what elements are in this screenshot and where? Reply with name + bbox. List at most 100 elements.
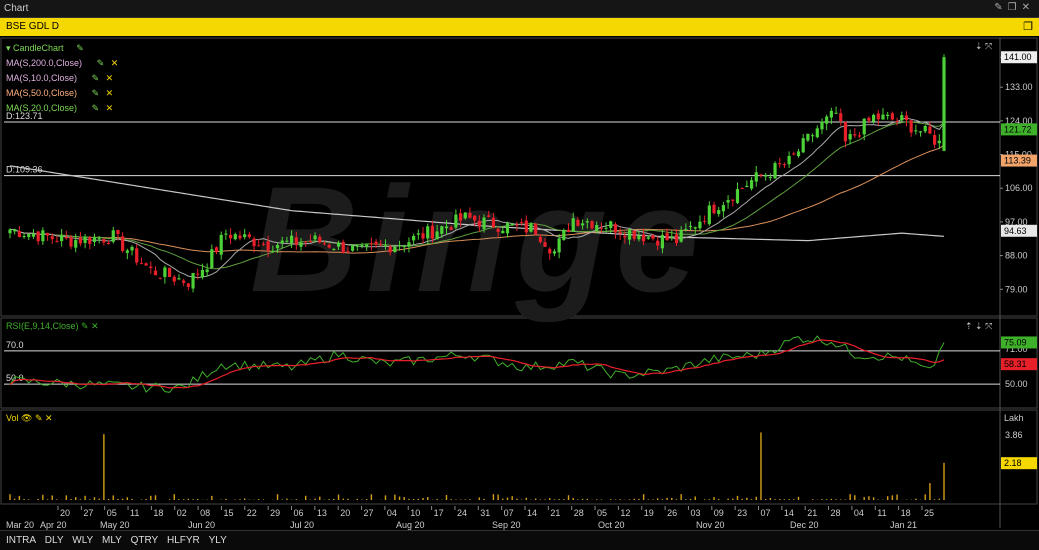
candle (182, 280, 186, 283)
x-day-label: 18 (153, 508, 163, 518)
candle (83, 236, 87, 243)
legend-item: MA(S,10.0,Close) (6, 73, 77, 83)
x-day-label: 15 (223, 508, 233, 518)
candle (88, 237, 92, 244)
candle (806, 133, 810, 141)
chart-area[interactable]: D:123.71D:109.36Binge141.00133.00124.001… (0, 36, 1039, 530)
tf-intra[interactable]: INTRA (6, 535, 36, 546)
candle (642, 234, 646, 242)
candle (552, 251, 557, 254)
close-icon[interactable]: ✕ (1022, 2, 1035, 13)
candle (383, 245, 388, 247)
x-day-label: 27 (83, 508, 93, 518)
rsi-tag: 75.09 (1004, 337, 1027, 347)
candle (477, 220, 481, 227)
candle (876, 113, 880, 120)
x-day-label: 22 (247, 508, 257, 518)
tf-quarterly[interactable]: QTRY (131, 535, 159, 546)
candle (468, 212, 472, 218)
tf-daily[interactable]: DLY (45, 535, 64, 546)
candle (679, 229, 683, 242)
candle (388, 246, 392, 253)
candle (36, 231, 40, 242)
candle (313, 235, 317, 240)
candle (749, 180, 754, 189)
rsi-panel-controls-icon: ⇡ ⇣ ⤧ (965, 321, 992, 331)
candle (144, 263, 148, 266)
candle (534, 223, 538, 235)
candle (374, 241, 378, 245)
popout-icon[interactable]: ❐ (1023, 20, 1033, 33)
candle (22, 236, 26, 238)
candle (186, 283, 190, 287)
candle (651, 235, 655, 239)
candle (17, 231, 21, 238)
x-day-label: 28 (574, 508, 584, 518)
candle (595, 225, 599, 231)
x-month-label: Nov 20 (696, 520, 725, 530)
candle (327, 244, 331, 248)
candle (801, 138, 805, 153)
window-title: Chart (4, 3, 29, 14)
volume-tag: 2.18 (1004, 458, 1022, 468)
candle (97, 238, 101, 240)
legend-item: ▾ CandleChart (6, 43, 64, 53)
candle (496, 228, 500, 232)
window-controls[interactable]: ✎❐✕ (994, 2, 1035, 13)
x-month-label: Dec 20 (790, 520, 819, 530)
pin-icon[interactable]: ✎ (994, 2, 1007, 13)
panel-border (0, 409, 1038, 505)
candle (304, 241, 308, 243)
candle (78, 237, 83, 244)
candle (848, 134, 852, 140)
candle (796, 151, 801, 157)
candle (290, 235, 294, 243)
x-day-label: 08 (200, 508, 210, 518)
candle (792, 153, 796, 155)
candle (355, 245, 359, 247)
candle (632, 230, 636, 239)
candle (871, 114, 876, 122)
x-day-label: 06 (294, 508, 304, 518)
candle (196, 273, 200, 275)
candle (426, 226, 430, 239)
candle (703, 221, 707, 223)
tf-monthly[interactable]: MLY (102, 535, 122, 546)
x-month-label: Sep 20 (492, 520, 521, 530)
candle (163, 267, 167, 277)
candle (102, 239, 106, 243)
x-day-label: 11 (877, 508, 886, 518)
candle (294, 237, 298, 245)
candle (27, 233, 31, 238)
tf-weekly[interactable]: WLY (72, 535, 93, 546)
candle (64, 236, 68, 239)
candle (200, 270, 205, 278)
x-day-label: 18 (901, 508, 911, 518)
x-day-label: 04 (854, 508, 864, 518)
ma200-tag: 94.63 (1004, 226, 1027, 236)
y-tick-label: 133.00 (1005, 82, 1033, 92)
candle (778, 163, 782, 165)
candle (815, 128, 819, 138)
candle (318, 236, 322, 243)
tf-halfyear[interactable]: HLFYR (167, 535, 200, 546)
candle (50, 236, 54, 240)
candle (745, 185, 749, 188)
candle (604, 227, 608, 229)
x-day-label: 24 (457, 508, 467, 518)
candle (881, 114, 885, 120)
candle (538, 236, 542, 242)
tf-yearly[interactable]: YLY (209, 535, 227, 546)
candle (768, 177, 772, 179)
x-day-label: 29 (270, 508, 280, 518)
candle (773, 163, 777, 179)
restore-icon[interactable]: ❐ (1008, 2, 1022, 13)
candle (890, 113, 894, 120)
candle (501, 230, 505, 234)
x-day-label: 05 (107, 508, 117, 518)
x-day-label: 13 (317, 508, 327, 518)
candle (693, 227, 697, 229)
rsi-label: RSI(E,9,14,Close) ✎ ✕ (6, 321, 99, 331)
panel-border (0, 317, 1038, 409)
candle (60, 235, 64, 242)
